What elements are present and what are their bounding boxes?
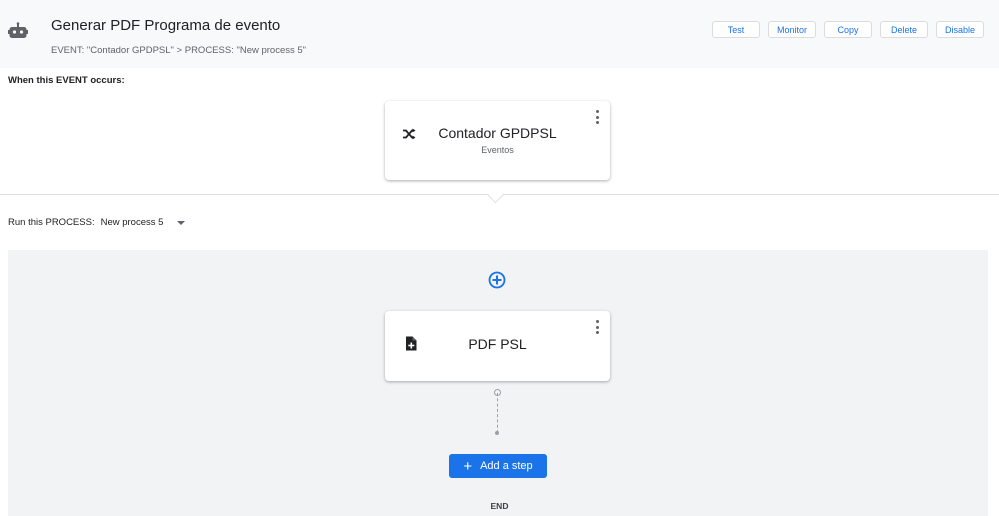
event-card-title: Contador GPDPSL — [438, 125, 557, 141]
process-step-title: PDF PSL — [468, 336, 527, 352]
event-card-subtitle: Eventos — [481, 145, 514, 155]
process-step-card[interactable]: PDF PSL — [385, 311, 610, 381]
process-selector[interactable]: Run this PROCESS: New process 5 — [8, 217, 163, 228]
chevron-down-icon[interactable] — [177, 221, 185, 225]
header: Generar PDF Programa de evento EVENT: "C… — [0, 0, 999, 68]
process-step-more-icon[interactable] — [595, 320, 599, 334]
page-title: Generar PDF Programa de evento — [51, 17, 281, 34]
disable-button[interactable]: Disable — [936, 21, 984, 38]
add-step-button[interactable]: + Add a step — [449, 454, 547, 478]
end-label: END — [490, 501, 509, 511]
action-toolbar: Test Monitor Copy Delete Disable — [712, 21, 984, 38]
step-connector — [497, 393, 499, 433]
robot-icon — [8, 22, 28, 38]
add-step-label: Add a step — [480, 460, 533, 472]
divider-notch — [487, 187, 504, 204]
event-section-label: When this EVENT occurs: — [8, 75, 125, 86]
event-card[interactable]: Contador GPDPSL Eventos — [385, 101, 610, 180]
monitor-button[interactable]: Monitor — [768, 21, 816, 38]
selected-process[interactable]: New process 5 — [101, 217, 164, 228]
process-section-label: Run this PROCESS: — [8, 217, 95, 228]
copy-button[interactable]: Copy — [824, 21, 872, 38]
connector-end — [495, 431, 499, 435]
event-card-more-icon[interactable] — [595, 110, 599, 124]
add-circle-icon[interactable] — [488, 271, 506, 289]
delete-button[interactable]: Delete — [880, 21, 928, 38]
plus-icon: + — [463, 457, 473, 475]
breadcrumb: EVENT: "Contador GPDPSL" > PROCESS: "New… — [51, 45, 307, 56]
test-button[interactable]: Test — [712, 21, 760, 38]
